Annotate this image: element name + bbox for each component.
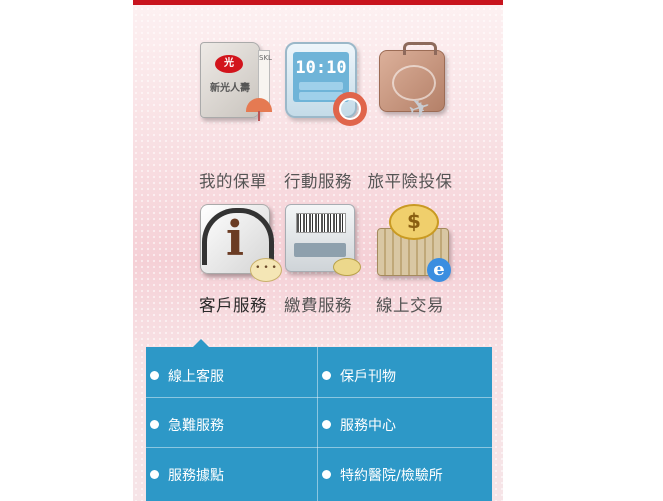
menu-item-label: 服務據點 xyxy=(168,467,224,484)
shopping-cart-coins-icon: $ e xyxy=(371,202,451,282)
app-label: 線上交易 xyxy=(376,296,444,315)
customer-service-submenu: 線上客服 保戶刊物 急難服務 服務中心 服務據點 特約醫院/檢驗所 xyxy=(146,347,492,501)
menu-item-label: 服務中心 xyxy=(340,417,396,434)
submenu-pointer xyxy=(193,339,209,347)
company-logo: 光 xyxy=(215,55,243,73)
app-online-trading[interactable]: $ e 線上交易 xyxy=(355,202,465,315)
menu-item-label: 保戶刊物 xyxy=(340,368,396,385)
bullet-icon xyxy=(322,470,331,479)
book-cover-text: 新光人壽 xyxy=(210,83,250,94)
bullet-icon xyxy=(322,420,331,429)
bullet-icon xyxy=(150,371,159,380)
menu-item-label: 線上客服 xyxy=(168,368,224,385)
suitcase-airplane-icon: ✈ xyxy=(371,40,449,127)
menu-item-service-locations[interactable]: 服務據點 xyxy=(146,450,224,499)
menu-item-service-center[interactable]: 服務中心 xyxy=(318,400,396,449)
payment-machine-icon xyxy=(279,202,361,276)
menu-item-label: 急難服務 xyxy=(168,417,224,434)
internet-explorer-icon: e xyxy=(427,258,451,282)
policy-book-icon: 光 新光人壽 SKL xyxy=(194,40,272,121)
dollar-coin-icon: $ xyxy=(389,204,439,240)
app-travel-insurance[interactable]: ✈ 旅平險投保 xyxy=(355,40,465,191)
menu-item-emergency-service[interactable]: 急難服務 xyxy=(146,400,224,449)
bullet-icon xyxy=(322,371,331,380)
app-label: 旅平險投保 xyxy=(367,172,453,191)
menu-item-label: 特約醫院/檢驗所 xyxy=(340,467,443,484)
bullet-icon xyxy=(150,470,159,479)
barcode-icon xyxy=(296,213,346,233)
menu-item-publications[interactable]: 保戶刊物 xyxy=(318,351,396,400)
app-panel: 光 新光人壽 SKL 我的保單 10:10 行動服務 ✈ 旅平險投保 i • •… xyxy=(133,0,503,501)
menu-item-online-service[interactable]: 線上客服 xyxy=(146,351,224,400)
menu-item-contracted-hospitals[interactable]: 特約醫院/檢驗所 xyxy=(318,450,443,499)
top-red-bar xyxy=(133,0,503,5)
phone-clock: 10:10 xyxy=(295,58,347,78)
bullet-icon xyxy=(150,420,159,429)
customer-service-headset-icon: i • • • xyxy=(194,202,282,282)
mobile-phone-icon: 10:10 xyxy=(279,40,367,126)
